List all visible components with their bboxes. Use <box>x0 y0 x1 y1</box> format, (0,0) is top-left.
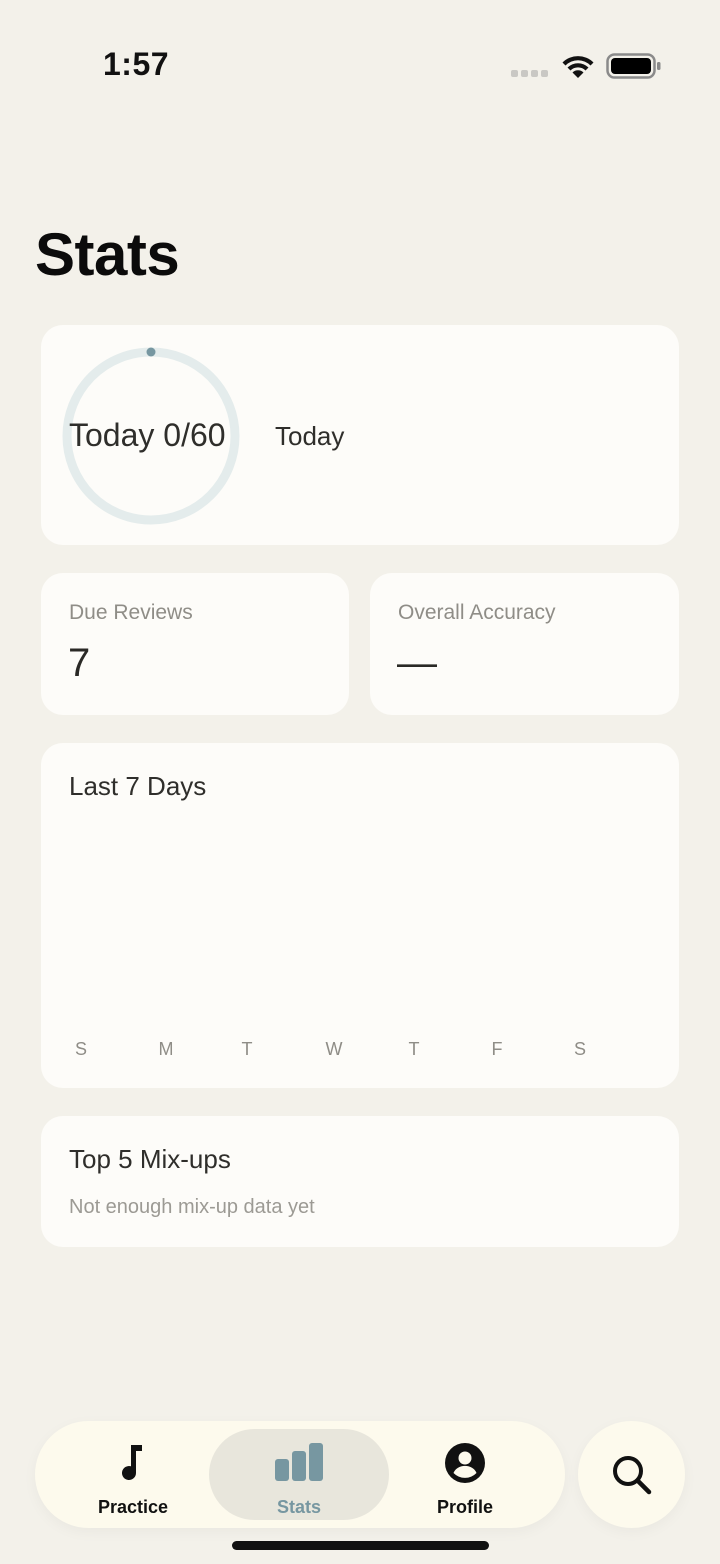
due-reviews-label: Due Reviews <box>69 601 193 624</box>
bar-chart-icon <box>275 1443 323 1481</box>
status-bar: 1:57 <box>0 0 720 130</box>
weekly-bar-chart: SMTWTFS <box>75 1039 586 1059</box>
tab-practice[interactable]: Practice <box>43 1429 223 1520</box>
page-title: Stats <box>35 221 180 288</box>
overall-accuracy-value: — <box>397 641 437 685</box>
due-reviews-value: 7 <box>68 641 91 685</box>
mixups-title: Top 5 Mix-ups <box>69 1144 231 1174</box>
today-label: Today <box>275 421 345 451</box>
tab-practice-label: Practice <box>97 1497 169 1517</box>
chart-day-label: T <box>242 1039 253 1059</box>
chart-day-label: S <box>574 1039 586 1059</box>
wifi-icon <box>562 56 594 78</box>
battery-icon <box>606 53 661 79</box>
tab-stats[interactable]: Stats <box>209 1429 389 1520</box>
music-note-icon <box>122 1445 142 1481</box>
status-time: 1:57 <box>103 46 170 82</box>
chart-day-label: S <box>75 1039 87 1059</box>
tab-bar: Practice Stats Profile <box>35 1421 565 1528</box>
last-7-days-card: Last 7 Days SMTWTFS <box>41 743 679 1088</box>
tab-profile-label: Profile <box>436 1497 493 1517</box>
search-button[interactable] <box>578 1421 685 1528</box>
top-mixups-card: Top 5 Mix-ups Not enough mix-up data yet <box>41 1116 679 1247</box>
overall-accuracy-label: Overall Accuracy <box>398 601 556 624</box>
person-circle-icon <box>445 1443 485 1483</box>
mixups-empty-message: Not enough mix-up data yet <box>69 1196 315 1218</box>
chart-day-label: W <box>326 1039 343 1059</box>
tab-profile[interactable]: Profile <box>375 1429 555 1520</box>
today-progress-card: Today 0/60 Today <box>41 325 679 545</box>
overall-accuracy-card: Overall Accuracy — <box>370 573 679 715</box>
cellular-signal-icon <box>511 70 548 77</box>
chart-day-label: T <box>409 1039 420 1059</box>
due-reviews-card[interactable]: Due Reviews 7 <box>41 573 349 715</box>
today-progress-label: Today 0/60 <box>69 417 226 453</box>
chart-day-label: F <box>492 1039 503 1059</box>
chart-day-label: M <box>159 1039 174 1059</box>
search-icon <box>613 1456 652 1495</box>
tab-stats-label: Stats <box>276 1497 321 1517</box>
home-indicator <box>232 1541 489 1550</box>
